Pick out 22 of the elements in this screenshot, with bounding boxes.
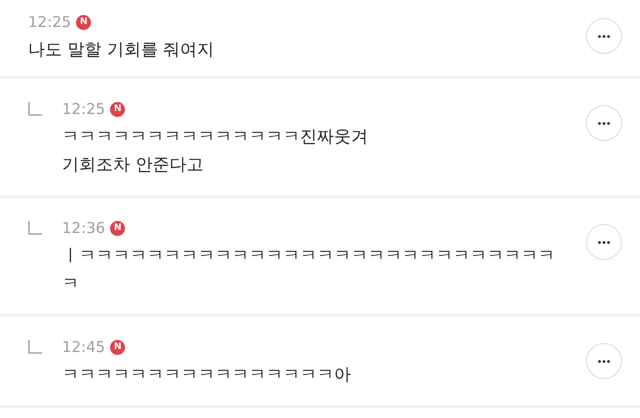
comment-time: 12:45 [62,337,106,357]
new-badge: N [110,220,126,236]
more-icon [598,122,610,124]
more-icon [598,360,610,362]
new-badge: N [110,340,126,354]
comment-time: 12:36 [62,218,106,238]
more-icon [598,240,610,244]
comment-text: ㅋㅋㅋㅋㅋㅋㅋㅋㅋㅋㅋㅋㅋㅋ진짜웃겨 [62,126,369,149]
more-options-button[interactable] [586,224,622,260]
comment-text: ㅣㅋㅋㅋㅋㅋㅋㅋㅋㅋㅋㅋㅋㅋㅋㅋㅋㅋㅋㅋㅋㅋㅋㅋㅋㅋㅋㅋㅋ [62,245,556,268]
more-icon [598,34,610,38]
comment-text: ㅋㅋㅋㅋㅋㅋㅋㅋㅋㅋㅋㅋㅋㅋㅋㅋ아 [62,364,352,387]
comment-text: ㅋ [62,273,80,296]
more-options-button[interactable] [586,343,622,379]
comment-text: 기회조차 안준다고 [62,154,204,177]
new-badge: N [76,14,92,30]
more-options-button[interactable] [586,18,622,54]
comment-text: 나도 말할 기회를 줘여지 [28,39,216,62]
more-options-button[interactable] [586,105,622,141]
new-badge: N [110,102,126,116]
comment-time: 12:25 [28,12,72,32]
comment-time: 12:25 [62,99,106,119]
